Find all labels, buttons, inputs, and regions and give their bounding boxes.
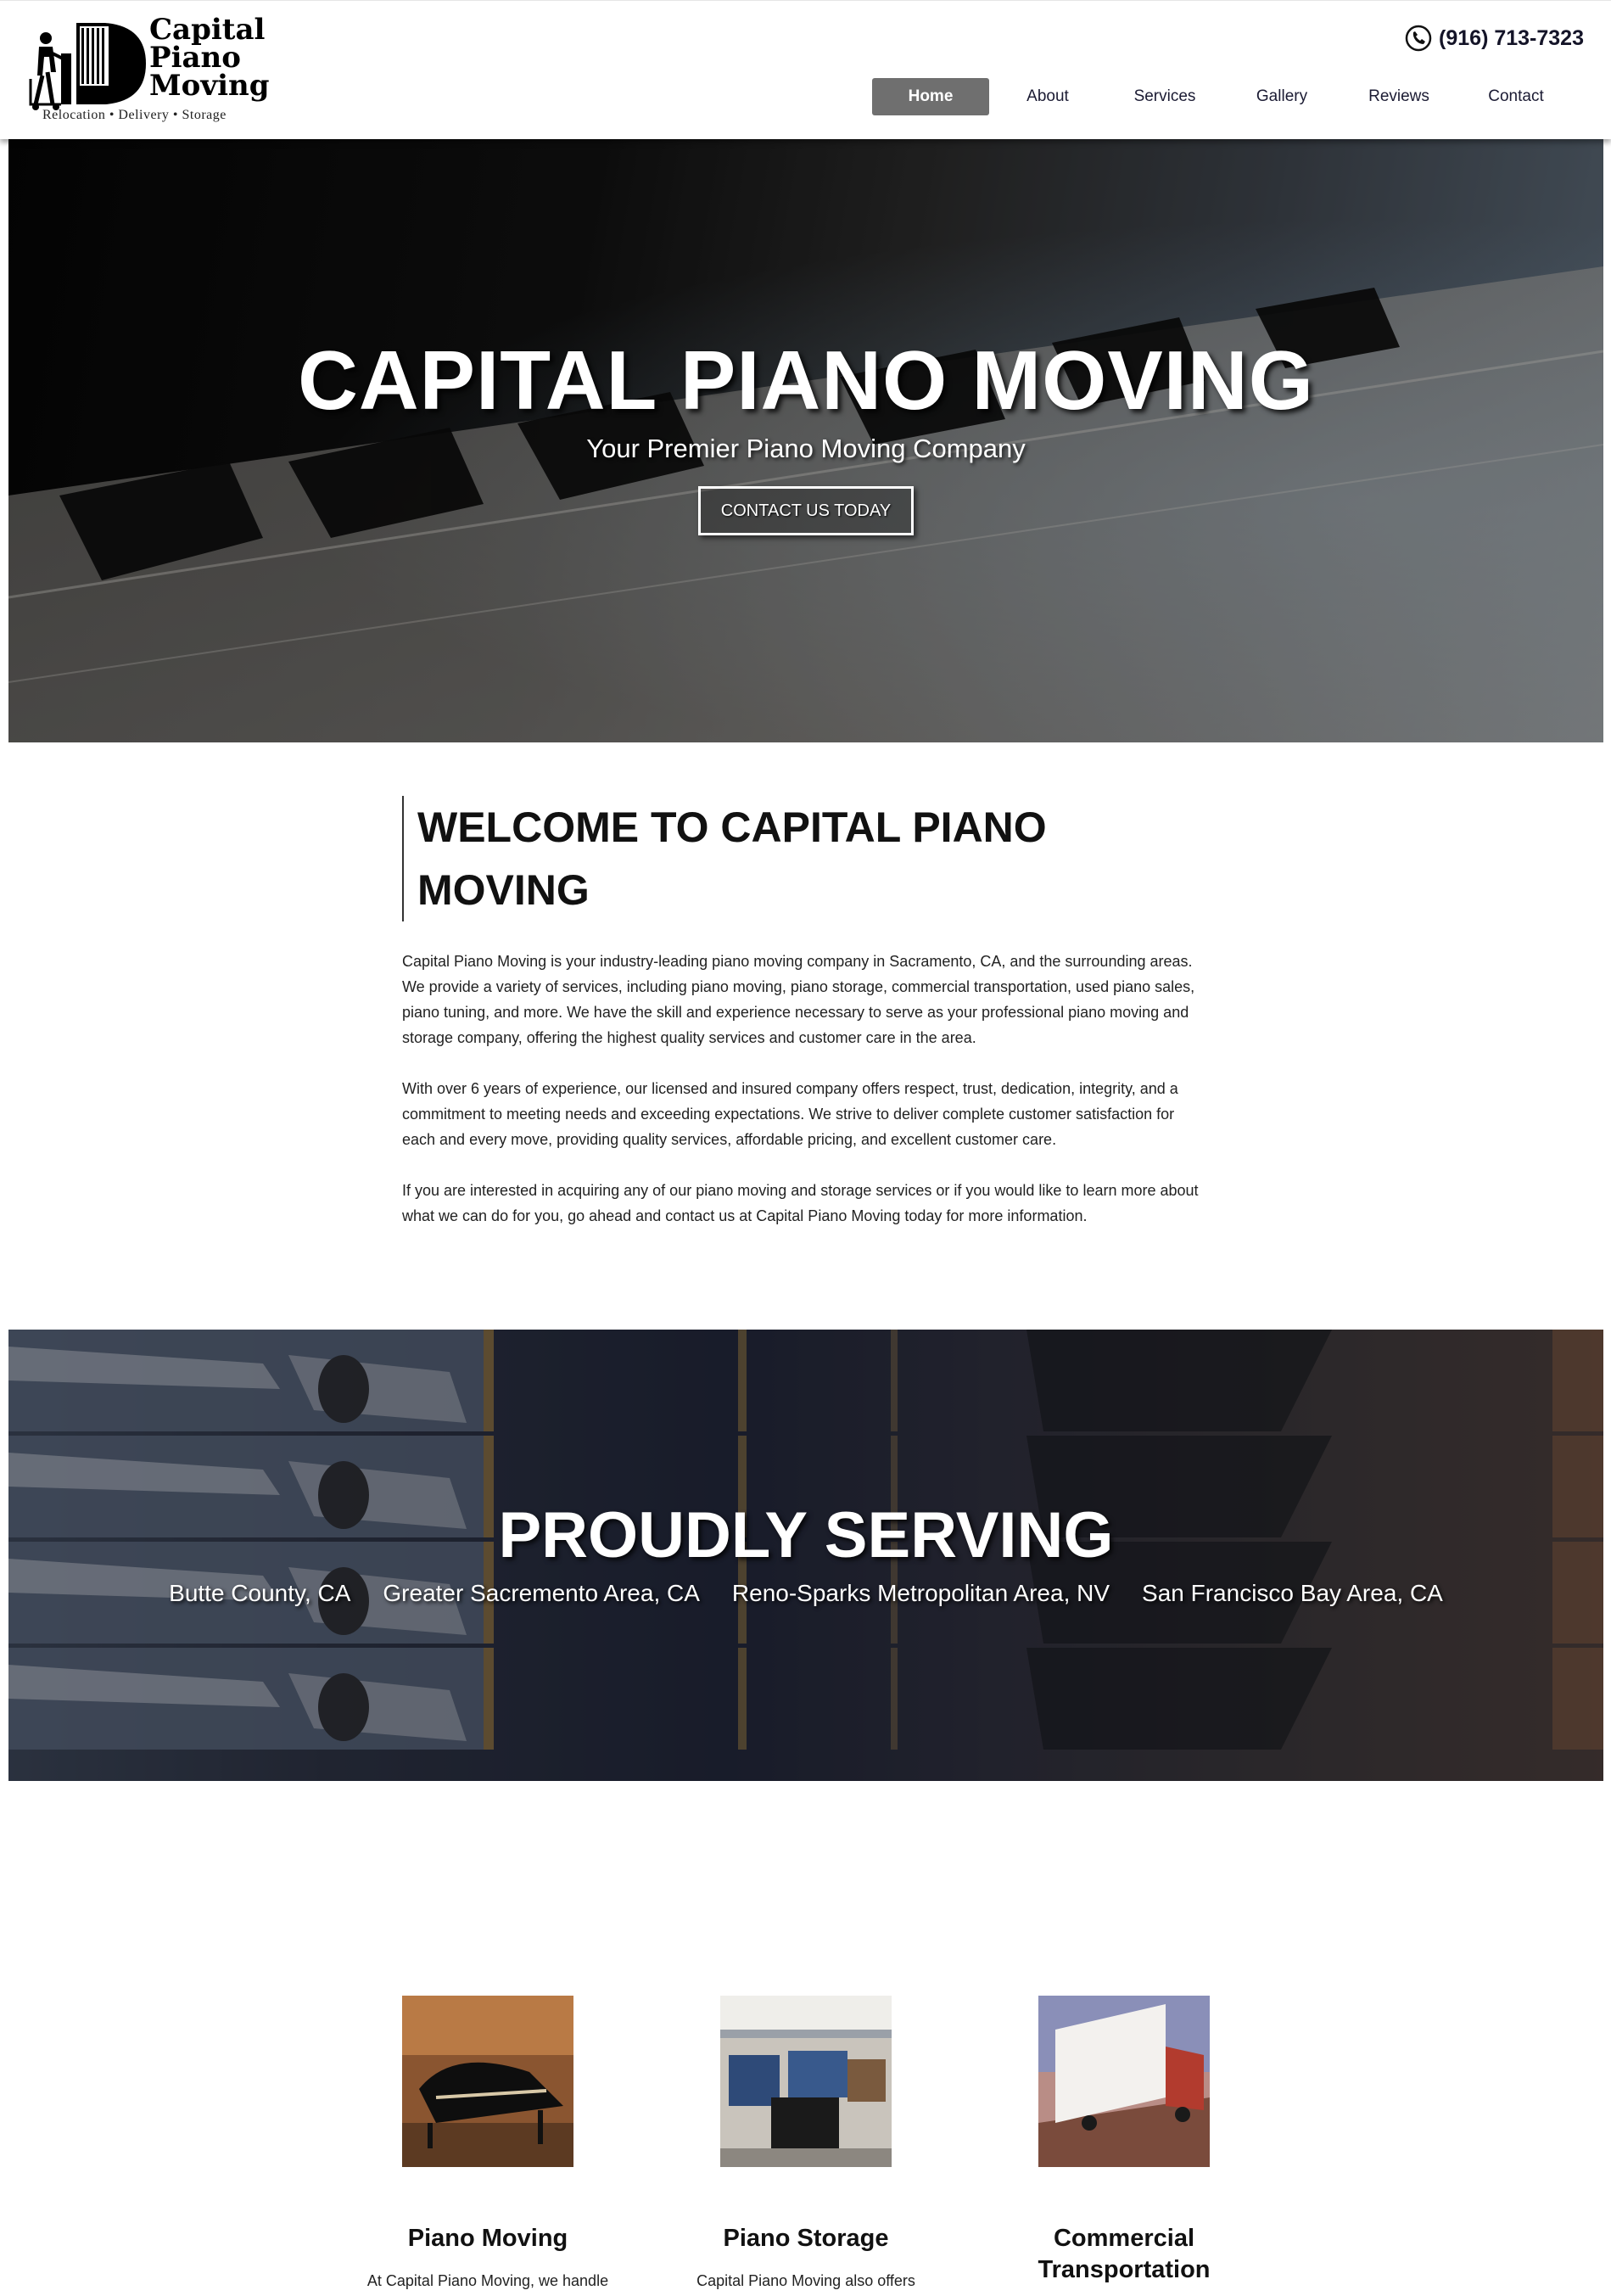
contact-us-button[interactable]: CONTACT US TODAY <box>698 486 914 535</box>
service-description: Capital Piano Moving also offers <box>696 2272 915 2289</box>
serving-banner: PROUDLY SERVING Butte County, CA Greater… <box>8 1330 1603 1781</box>
serving-area: Butte County, CA <box>169 1580 351 1606</box>
welcome-title: WELCOME TO CAPITAL PIANO MOVING <box>402 796 1208 921</box>
phone-number: (916) 713-7323 <box>1439 25 1584 50</box>
phone-icon <box>1405 25 1432 52</box>
service-card-commercial-transportation[interactable]: Commercial Transportation <box>976 1996 1273 2296</box>
services-section: Piano Moving At Capital Piano Moving, we… <box>339 1996 1273 2296</box>
logo-wordmark: Capital Piano Moving <box>149 15 270 103</box>
service-card-piano-storage[interactable]: Piano Storage Capital Piano Moving also … <box>657 1996 954 2292</box>
piano-storage-thumbnail <box>720 1996 892 2167</box>
hero-content: CAPITAL PIANO MOVING Your Premier Piano … <box>8 339 1603 535</box>
nav-item-home[interactable]: Home <box>872 78 989 115</box>
serving-area: Greater Sacremento Area, CA <box>383 1580 700 1606</box>
welcome-paragraph-3: If you are interested in acquiring any o… <box>402 1182 1199 1224</box>
hero-title: CAPITAL PIANO MOVING <box>298 333 1314 427</box>
serving-areas-list: Butte County, CA Greater Sacremento Area… <box>8 1580 1603 1607</box>
hero-banner: CAPITAL PIANO MOVING Your Premier Piano … <box>8 139 1603 742</box>
logo-tagline: Relocation • Delivery • Storage <box>42 108 227 122</box>
service-description: At Capital Piano Moving, we handle <box>366 2272 609 2289</box>
nav-item-contact[interactable]: Contact <box>1457 78 1575 115</box>
welcome-paragraph-1: Capital Piano Moving is your industry-le… <box>402 953 1195 1046</box>
welcome-paragraph-2: With over 6 years of experience, our lic… <box>402 1080 1178 1148</box>
nav-item-services[interactable]: Services <box>1106 78 1223 115</box>
serving-area: San Francisco Bay Area, CA <box>1142 1580 1443 1606</box>
main-nav: Home About Services Gallery Reviews Cont… <box>872 78 1575 115</box>
service-title: Commercial Transportation <box>1038 2225 1211 2283</box>
serving-title: PROUDLY SERVING <box>498 1499 1114 1571</box>
logo[interactable]: Capital Piano Moving Relocation • Delive… <box>27 15 269 128</box>
nav-item-reviews[interactable]: Reviews <box>1340 78 1457 115</box>
hero-subtitle: Your Premier Piano Moving Company <box>586 434 1026 463</box>
service-title: Piano Storage <box>723 2225 889 2252</box>
site-header: Capital Piano Moving Relocation • Delive… <box>0 0 1611 139</box>
commercial-transportation-thumbnail <box>1038 1996 1210 2167</box>
phone-link[interactable]: (916) 713-7323 <box>1405 25 1584 52</box>
piano-moving-thumbnail <box>402 1996 573 2167</box>
serving-content: PROUDLY SERVING Butte County, CA Greater… <box>8 1504 1603 1607</box>
nav-item-gallery[interactable]: Gallery <box>1223 78 1340 115</box>
serving-area: Reno-Sparks Metropolitan Area, NV <box>731 1580 1110 1606</box>
logo-line-3: Moving <box>149 69 270 103</box>
piano-mover-logo-icon <box>29 23 146 110</box>
service-card-piano-moving[interactable]: Piano Moving At Capital Piano Moving, we… <box>339 1996 636 2292</box>
welcome-section: WELCOME TO CAPITAL PIANO MOVING Capital … <box>402 796 1208 1229</box>
nav-item-about[interactable]: About <box>989 78 1106 115</box>
service-title: Piano Moving <box>407 2225 568 2252</box>
